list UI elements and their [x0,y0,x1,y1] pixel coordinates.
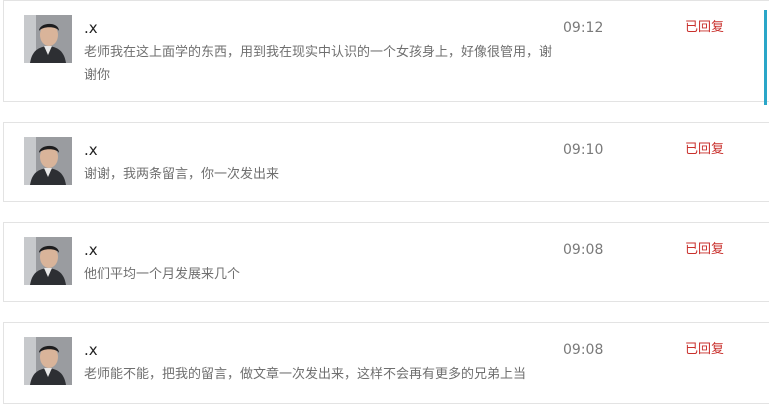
status-replied: 已回复 [685,20,725,35]
username: .x [84,241,98,259]
message-card[interactable]: .x 谢谢，我两条留言，你一次发出来 09:10 已回复 [3,122,769,202]
username: .x [84,341,98,359]
username: .x [84,141,98,159]
avatar[interactable] [24,237,72,285]
user-photo-icon [24,137,72,185]
status-replied: 已回复 [685,242,725,257]
message-text: 老师能不能，把我的留言，做文章一次发出来，这样不会再有更多的兄弟上当 [84,367,527,382]
timestamp: 09:08 [563,342,604,358]
message-text: 他们平均一个月发展来几个 [84,267,241,282]
message-card[interactable]: .x 他们平均一个月发展来几个 09:08 已回复 [3,222,769,302]
avatar[interactable] [24,137,72,185]
timestamp: 09:08 [563,242,604,258]
username: .x [84,19,98,37]
avatar[interactable] [24,337,72,385]
message-text: 谢谢，我两条留言，你一次发出来 [84,167,280,182]
user-photo-icon [24,337,72,385]
user-photo-icon [24,15,72,63]
status-replied: 已回复 [685,342,725,357]
message-list: .x 老师我在这上面学的东西，用到我在现实中认识的一个女孩身上，好像很管用，谢谢… [0,0,769,410]
user-photo-icon [24,237,72,285]
message-card[interactable]: .x 老师能不能，把我的留言，做文章一次发出来，这样不会再有更多的兄弟上当 09… [3,322,769,404]
status-replied: 已回复 [685,142,725,157]
message-card[interactable]: .x 老师我在这上面学的东西，用到我在现实中认识的一个女孩身上，好像很管用，谢谢… [3,0,769,102]
message-text: 老师我在这上面学的东西，用到我在现实中认识的一个女孩身上，好像很管用，谢谢你 [84,45,553,83]
timestamp: 09:12 [563,20,604,36]
avatar[interactable] [24,15,72,63]
timestamp: 09:10 [563,142,604,158]
scrollbar-accent[interactable] [764,10,767,105]
